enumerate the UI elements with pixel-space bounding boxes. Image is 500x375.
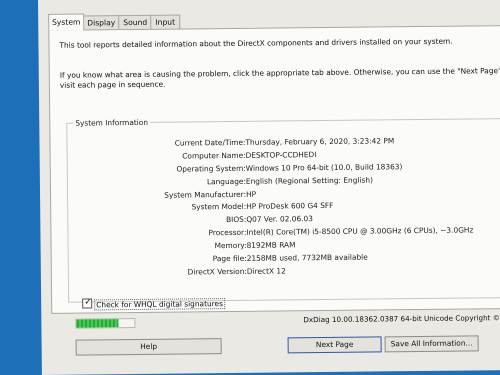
info-label: System Model: — [191, 202, 247, 212]
progress-bar — [75, 317, 136, 329]
info-label: Processor: — [208, 228, 247, 238]
info-label: Operating System: — [176, 163, 246, 174]
info-value: DESKTOP-CCDHEDI — [245, 149, 317, 160]
info-label: Page file: — [212, 253, 247, 264]
info-label: System Manufacturer: — [164, 189, 247, 200]
info-label: Current Date/Time: — [174, 137, 246, 148]
info-value: Q07 Ver. 02.06.03 — [246, 214, 313, 225]
tab-display[interactable]: Display — [82, 15, 121, 30]
info-label: BIOS: — [226, 215, 247, 225]
info-label: Memory: — [214, 240, 247, 251]
version-copyright-text: DxDiag 10.00.18362.0387 64-bit Unicode C… — [303, 313, 500, 325]
checkmark-icon: ✓ — [84, 297, 92, 308]
info-value: 2158MB used, 7732MB available — [246, 252, 368, 263]
info-value: 8192MB RAM — [246, 240, 296, 250]
tab-system[interactable]: System — [48, 13, 85, 31]
info-value: HP — [245, 189, 257, 199]
checkbox-box[interactable]: ✓ — [82, 297, 93, 309]
system-information-group: System Information Current Date/Time: Th… — [66, 117, 500, 303]
system-tab-panel: This tool reports detailed information a… — [48, 24, 500, 314]
system-information-title: System Information — [73, 117, 151, 128]
progress-bar-fill — [76, 319, 119, 328]
info-label: Language: — [206, 176, 246, 186]
intro-text-1: This tool reports detailed information a… — [59, 36, 453, 50]
tab-sound[interactable]: Sound — [118, 14, 153, 30]
tab-input[interactable]: Input — [150, 14, 181, 29]
system-info-table: Current Date/Time: Thursday, February 6,… — [67, 134, 500, 281]
whql-checkbox[interactable]: ✓ Check for WHQL digital signatures — [82, 297, 225, 311]
intro-text-2: If you know what area is causing the pro… — [59, 66, 500, 80]
info-value: DirectX 12 — [246, 266, 286, 276]
help-button[interactable]: Help — [75, 338, 222, 356]
save-all-information-button[interactable]: Save All Information... — [384, 335, 479, 353]
intro-text-3: visit each page in sequence. — [59, 79, 166, 90]
whql-checkbox-label[interactable]: Check for WHQL digital signatures — [94, 298, 225, 311]
dxdiag-window: System Display Sound Input This tool rep… — [38, 0, 500, 375]
info-label: DirectX Version: — [187, 266, 247, 277]
info-label: Computer Name: — [182, 150, 246, 161]
info-value: HP ProDesk 600 G4 SFF — [246, 201, 334, 212]
next-page-button[interactable]: Next Page — [287, 336, 382, 354]
